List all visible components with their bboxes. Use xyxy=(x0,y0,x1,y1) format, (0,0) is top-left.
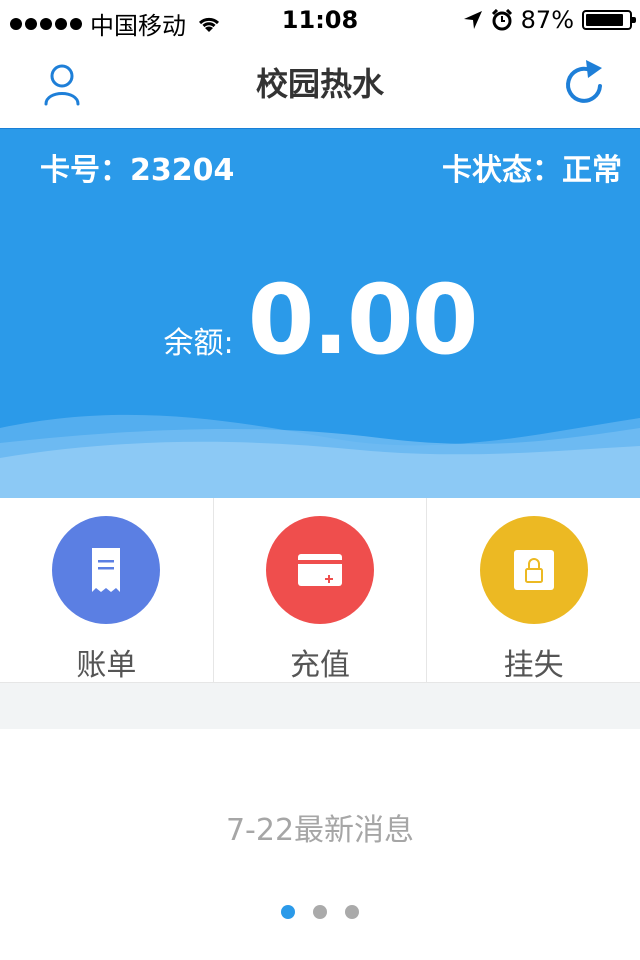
card-number-label: 卡号： xyxy=(40,153,130,188)
balance-value: 0.00 xyxy=(247,264,479,376)
page-indicator xyxy=(0,905,640,919)
report-loss-circle xyxy=(479,516,588,624)
balance: 余额: 0.00 xyxy=(0,264,640,376)
user-icon[interactable] xyxy=(38,60,86,108)
status-bar-right: 87% xyxy=(463,6,636,34)
card-plus-icon xyxy=(298,554,342,586)
battery-percentage: 87% xyxy=(520,6,574,34)
card-number-value: 23204 xyxy=(130,153,235,188)
card-status-label: 卡状态： xyxy=(442,153,562,188)
page-dot-3[interactable] xyxy=(345,905,359,919)
alarm-clock-icon xyxy=(491,9,512,31)
page-dot-2[interactable] xyxy=(313,905,327,919)
news-message[interactable]: 7-22最新消息 xyxy=(0,805,640,849)
page-title: 校园热水 xyxy=(255,65,384,103)
bill-label: 账单 xyxy=(76,648,137,683)
status-bar: 中国移动 11:08 87% xyxy=(0,0,640,40)
wave-decoration xyxy=(0,414,640,498)
action-grid: 账单 充值 挂失 xyxy=(0,498,640,683)
bill-circle xyxy=(52,516,161,624)
report-loss-button[interactable]: 挂失 xyxy=(427,498,640,683)
page-dot-1[interactable] xyxy=(281,905,295,919)
bill-icon xyxy=(92,548,121,592)
section-divider xyxy=(0,683,640,729)
recharge-circle xyxy=(266,516,374,624)
battery-icon xyxy=(582,10,636,30)
navigation-bar: 校园热水 xyxy=(0,40,640,129)
report-loss-label: 挂失 xyxy=(503,648,564,683)
refresh-icon[interactable] xyxy=(560,58,610,108)
balance-label: 余额: xyxy=(163,326,234,361)
card-number: 卡号：23204 xyxy=(40,145,234,189)
bill-button[interactable]: 账单 xyxy=(0,498,214,683)
card-status-value: 正常 xyxy=(562,153,622,188)
recharge-button[interactable]: 充值 xyxy=(214,498,428,683)
recharge-label: 充值 xyxy=(290,648,350,683)
lock-icon xyxy=(513,550,554,590)
location-arrow-icon xyxy=(463,11,482,29)
card-status: 卡状态：正常 xyxy=(442,145,622,189)
card-info-panel: 卡号：23204 卡状态：正常 余额: 0.00 xyxy=(0,129,640,498)
